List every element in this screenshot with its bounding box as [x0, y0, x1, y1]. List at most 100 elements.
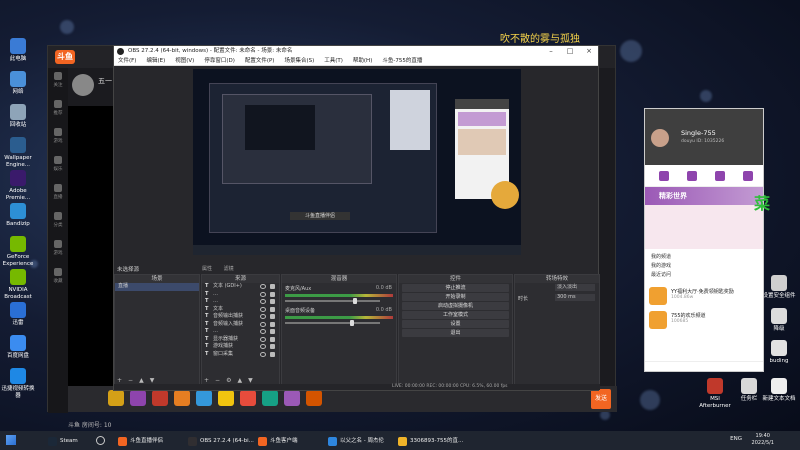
gift-icon[interactable]: [306, 390, 322, 406]
lock-icon[interactable]: [270, 306, 275, 312]
source-item[interactable]: T 音频输出捕获: [202, 313, 279, 321]
desktop-icon[interactable]: NVIDIA Broadcast: [1, 269, 35, 301]
sidebar-item[interactable]: 游戏: [48, 124, 68, 152]
menu-item[interactable]: 视图(V): [175, 58, 194, 64]
sidebar-item[interactable]: 直播: [48, 180, 68, 208]
obs-preview-canvas[interactable]: 斗鱼直播伴侣: [193, 69, 521, 255]
close-icon[interactable]: ×: [580, 46, 598, 57]
visibility-icon[interactable]: [260, 299, 266, 304]
tab-icon[interactable]: [743, 171, 753, 181]
control-button[interactable]: 设置: [402, 320, 509, 328]
gift-icon[interactable]: [174, 390, 190, 406]
filters-button[interactable]: 滤镜: [224, 266, 234, 272]
move-down-icon[interactable]: ▼: [248, 377, 253, 384]
desktop-icon[interactable]: Bandizip: [1, 203, 35, 228]
source-item[interactable]: T 文本: [202, 306, 279, 314]
lock-icon[interactable]: [270, 329, 275, 334]
control-button[interactable]: 开始录制: [402, 293, 509, 301]
source-item[interactable]: T…: [202, 291, 279, 299]
desktop-icon[interactable]: 网络: [1, 71, 35, 96]
visibility-icon[interactable]: [260, 336, 266, 342]
panel-link[interactable]: 我的频道: [651, 253, 757, 262]
desktop-icon[interactable]: 设置安全组件: [762, 275, 796, 300]
menu-item[interactable]: 编辑(E): [146, 58, 165, 64]
douyu-logo[interactable]: 斗鱼: [55, 50, 75, 64]
taskbar-app[interactable]: OBS 27.2.4 (64-bi...: [188, 434, 254, 448]
menu-item[interactable]: 场景集合(S): [284, 58, 314, 64]
lock-icon[interactable]: [270, 336, 275, 342]
control-button[interactable]: 启动虚拟摄像机: [402, 302, 509, 310]
gift-icon[interactable]: [108, 390, 124, 406]
user-avatar[interactable]: [651, 129, 669, 147]
desktop-icon[interactable]: 回收站: [1, 104, 35, 129]
control-button[interactable]: 停止推流: [402, 284, 509, 292]
visibility-icon[interactable]: [260, 314, 266, 319]
move-up-icon[interactable]: ▲: [237, 377, 242, 384]
move-up-icon[interactable]: ▲: [139, 377, 144, 384]
lock-icon[interactable]: [270, 351, 275, 357]
transition-select[interactable]: 淡入淡出: [555, 284, 595, 291]
lock-icon[interactable]: [270, 314, 275, 319]
tab-icon[interactable]: [715, 171, 725, 181]
visibility-icon[interactable]: [260, 329, 266, 334]
gift-icon[interactable]: [130, 390, 146, 406]
desktop-icon[interactable]: Wallpaper Engine...: [1, 137, 35, 169]
desktop-icon[interactable]: GeForce Experience: [1, 236, 35, 268]
panel-list-item[interactable]: YY福利大厅·免费领钥匙奖励 1004.86w: [645, 284, 763, 308]
tab-icon[interactable]: [659, 171, 669, 181]
volume-slider[interactable]: [285, 298, 381, 304]
search-icon[interactable]: [96, 436, 105, 445]
desktop-icon[interactable]: buding: [762, 340, 796, 365]
source-item[interactable]: T…: [202, 328, 279, 336]
source-item[interactable]: T 音频输入捕获: [202, 321, 279, 329]
lock-icon[interactable]: [270, 291, 275, 297]
gift-icon[interactable]: [262, 390, 278, 406]
add-scene-icon[interactable]: +: [117, 377, 122, 384]
panel-link[interactable]: 我的游戏: [651, 262, 757, 271]
language-indicator[interactable]: ENG: [730, 436, 742, 442]
scene-item[interactable]: 直播: [115, 283, 199, 291]
source-item[interactable]: T 游戏捕获: [202, 343, 279, 351]
sidebar-item[interactable]: 分类: [48, 208, 68, 236]
send-button[interactable]: 发送: [591, 389, 611, 409]
source-settings-icon[interactable]: ⚙: [226, 377, 231, 384]
gift-icon[interactable]: [218, 390, 234, 406]
remove-scene-icon[interactable]: −: [128, 377, 133, 384]
volume-slider[interactable]: [285, 320, 381, 326]
taskbar-app[interactable]: 斗鱼直播伴侣: [118, 434, 163, 448]
lock-icon[interactable]: [270, 299, 275, 304]
desktop-icon[interactable]: 百度网盘: [1, 335, 35, 360]
source-item[interactable]: T 显示器捕获: [202, 336, 279, 344]
streamer-avatar[interactable]: [72, 74, 94, 96]
menu-item[interactable]: 文件(F): [118, 58, 136, 64]
gift-icon[interactable]: [196, 390, 212, 406]
gift-icon[interactable]: [152, 390, 168, 406]
source-item[interactable]: T 文本 (GDI+): [202, 283, 279, 291]
source-item[interactable]: T…: [202, 298, 279, 306]
visibility-icon[interactable]: [260, 351, 266, 357]
desktop-icon[interactable]: 降级: [762, 308, 796, 333]
clock[interactable]: 19:40 2022/5/1: [752, 433, 774, 447]
desktop-icon[interactable]: 迅雷: [1, 302, 35, 327]
properties-button[interactable]: 属性: [202, 266, 212, 272]
menu-item[interactable]: 帮助(H): [353, 58, 372, 64]
start-icon[interactable]: [6, 435, 16, 445]
panel-list-item[interactable]: 755的欢乐频道 100685: [645, 308, 763, 332]
lock-icon[interactable]: [270, 321, 275, 327]
source-item[interactable]: T 窗口采集: [202, 351, 279, 359]
visibility-icon[interactable]: [260, 291, 266, 297]
menu-item[interactable]: 斗鱼-755的直播: [382, 58, 422, 64]
lock-icon[interactable]: [270, 344, 275, 349]
panel-banner[interactable]: 精彩世界: [645, 187, 763, 205]
sidebar-item[interactable]: 娱乐: [48, 152, 68, 180]
desktop-icon[interactable]: MSI Afterburner: [698, 378, 732, 410]
taskbar-app[interactable]: 以父之名 - 周杰伦: [328, 434, 384, 448]
sidebar-item[interactable]: 收藏: [48, 264, 68, 292]
control-button[interactable]: 工作室模式: [402, 311, 509, 319]
visibility-icon[interactable]: [260, 344, 266, 349]
menu-item[interactable]: 停靠窗口(D): [204, 58, 235, 64]
desktop-icon[interactable]: 迅捷视频转换器: [1, 368, 35, 400]
gift-icon[interactable]: [240, 390, 256, 406]
desktop-icon[interactable]: 新建文本文档: [762, 378, 796, 403]
lock-icon[interactable]: [270, 284, 275, 289]
